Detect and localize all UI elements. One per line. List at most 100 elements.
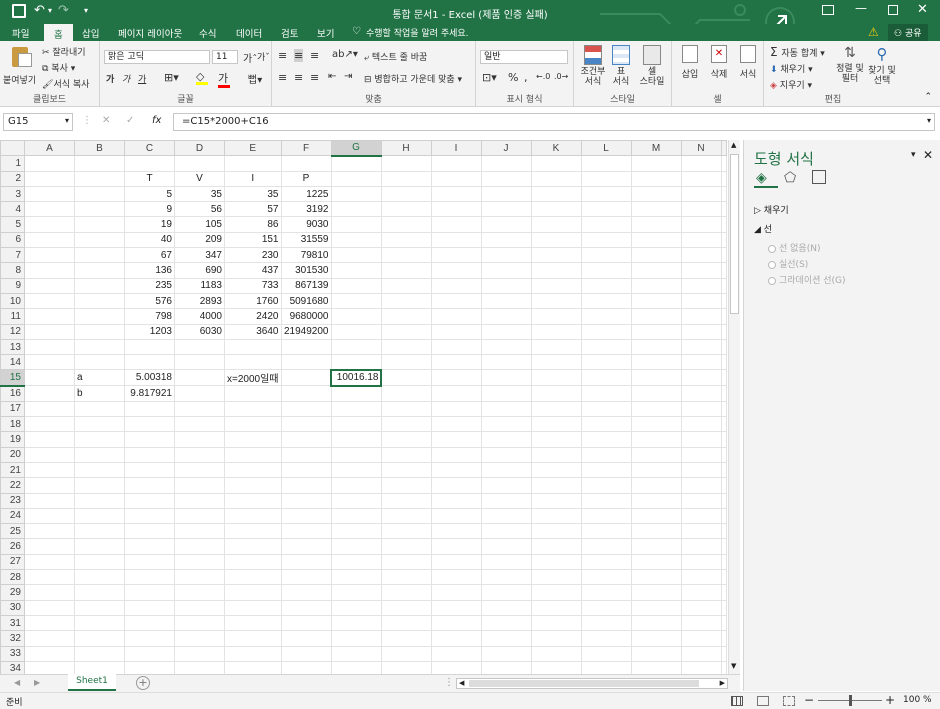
cell-e14[interactable]	[224, 354, 282, 371]
cell-j17[interactable]	[480, 400, 532, 418]
horizontal-scrollbar[interactable]: ◀ ▶	[456, 678, 728, 689]
cell-i34[interactable]	[430, 660, 482, 674]
cell-d22[interactable]	[174, 477, 225, 494]
format-painter-button[interactable]: 🖌서식 복사	[42, 77, 89, 90]
cell-b28[interactable]	[74, 569, 125, 586]
cell-n21[interactable]	[680, 461, 722, 479]
cell-b25[interactable]	[74, 523, 125, 540]
cell-m28[interactable]	[630, 569, 682, 586]
cell-d4[interactable]: 56	[174, 201, 225, 218]
cell-l20[interactable]	[580, 446, 632, 463]
cell-j28[interactable]	[480, 569, 532, 586]
column-header-l[interactable]: L	[580, 140, 632, 157]
cell-h21[interactable]	[380, 461, 432, 479]
cell-m26[interactable]	[630, 538, 682, 555]
cell-n13[interactable]	[680, 338, 722, 356]
cell-g15[interactable]: 10016.18	[330, 368, 382, 387]
cell-n32[interactable]	[680, 630, 722, 647]
cell-m11[interactable]	[630, 308, 682, 325]
cell-h12[interactable]	[380, 323, 432, 340]
cell-a16[interactable]	[24, 385, 75, 402]
cell-d16[interactable]	[174, 385, 225, 402]
paste-button[interactable]: 붙여넣기	[3, 45, 39, 89]
cell-g8[interactable]	[330, 262, 382, 279]
accounting-format-icon[interactable]: ⊡▾	[482, 71, 497, 84]
row-header[interactable]: 8	[0, 262, 25, 279]
cell-m14[interactable]	[630, 354, 682, 371]
line-section[interactable]: ◢ 선	[754, 222, 772, 235]
cell-j7[interactable]	[480, 247, 532, 264]
cell-d6[interactable]: 209	[174, 231, 225, 249]
cell-m13[interactable]	[630, 338, 682, 356]
cell-k12[interactable]	[530, 323, 582, 340]
cell-a28[interactable]	[24, 569, 75, 586]
row-header[interactable]: 10	[0, 292, 25, 310]
row-header[interactable]: 4	[0, 201, 25, 218]
cell-m20[interactable]	[630, 446, 682, 463]
cell-c11[interactable]: 798	[124, 308, 175, 325]
cell-c17[interactable]	[124, 400, 175, 418]
cell-a34[interactable]	[24, 660, 75, 674]
cell-f6[interactable]: 31559	[280, 231, 332, 249]
format-cells-button[interactable]: 서식	[734, 45, 762, 80]
cell-b18[interactable]	[74, 416, 125, 433]
cell-c18[interactable]	[124, 416, 175, 433]
cell-c24[interactable]	[124, 507, 175, 525]
cell-h33[interactable]	[380, 645, 432, 662]
cell-n26[interactable]	[680, 538, 722, 555]
cell-m24[interactable]	[630, 507, 682, 525]
cell-m25[interactable]	[630, 523, 682, 540]
cell-overflow[interactable]	[720, 538, 727, 555]
cell-f24[interactable]	[280, 507, 332, 525]
cell-g17[interactable]	[330, 400, 382, 418]
cell-n14[interactable]	[680, 354, 722, 371]
cell-c8[interactable]: 136	[124, 262, 175, 279]
column-header-g[interactable]: G	[330, 140, 382, 157]
cell-overflow[interactable]	[720, 461, 727, 479]
cell-l29[interactable]	[580, 584, 632, 601]
cell-h2[interactable]	[380, 170, 432, 187]
cell-overflow[interactable]	[720, 569, 727, 586]
cell-g9[interactable]	[330, 277, 382, 294]
cell-h3[interactable]	[380, 185, 432, 203]
copy-button[interactable]: ⧉ 복사 ▾	[42, 61, 75, 74]
cell-h17[interactable]	[380, 400, 432, 418]
column-header-c[interactable]: C	[124, 140, 175, 157]
cell-j9[interactable]	[480, 277, 532, 294]
cell-n15[interactable]	[680, 369, 722, 387]
cell-g26[interactable]	[330, 538, 382, 555]
cell-j19[interactable]	[480, 431, 532, 448]
tab-formulas[interactable]: 수식	[199, 26, 216, 40]
row-header[interactable]: 12	[0, 323, 25, 340]
cell-h11[interactable]	[380, 308, 432, 325]
cell-f27[interactable]	[280, 553, 332, 571]
page-layout-view-icon[interactable]	[757, 696, 769, 706]
cell-e22[interactable]	[224, 477, 282, 494]
cell-f2[interactable]: P	[280, 170, 332, 187]
vertical-scrollbar[interactable]: ▲ ▼	[728, 140, 740, 674]
cell-a18[interactable]	[24, 416, 75, 433]
cell-l31[interactable]	[580, 614, 632, 632]
cell-n34[interactable]	[680, 660, 722, 674]
tab-home[interactable]: 홈	[44, 24, 73, 41]
cell-b33[interactable]	[74, 645, 125, 662]
cell-a22[interactable]	[24, 477, 75, 494]
cell-overflow[interactable]	[720, 614, 727, 632]
cell-n20[interactable]	[680, 446, 722, 463]
cell-overflow[interactable]	[720, 262, 727, 279]
align-bottom-icon[interactable]: ≡	[310, 49, 319, 62]
cell-h30[interactable]	[380, 599, 432, 616]
cell-f7[interactable]: 79810	[280, 247, 332, 264]
cell-a23[interactable]	[24, 492, 75, 509]
cell-j16[interactable]	[480, 385, 532, 402]
cell-k6[interactable]	[530, 231, 582, 249]
cell-j10[interactable]	[480, 292, 532, 310]
cell-i12[interactable]	[430, 323, 482, 340]
cell-g2[interactable]	[330, 170, 382, 187]
cell-h32[interactable]	[380, 630, 432, 647]
cell-a25[interactable]	[24, 523, 75, 540]
cell-e7[interactable]: 230	[224, 247, 282, 264]
cell-n10[interactable]	[680, 292, 722, 310]
cell-d7[interactable]: 347	[174, 247, 225, 264]
cell-a19[interactable]	[24, 431, 75, 448]
